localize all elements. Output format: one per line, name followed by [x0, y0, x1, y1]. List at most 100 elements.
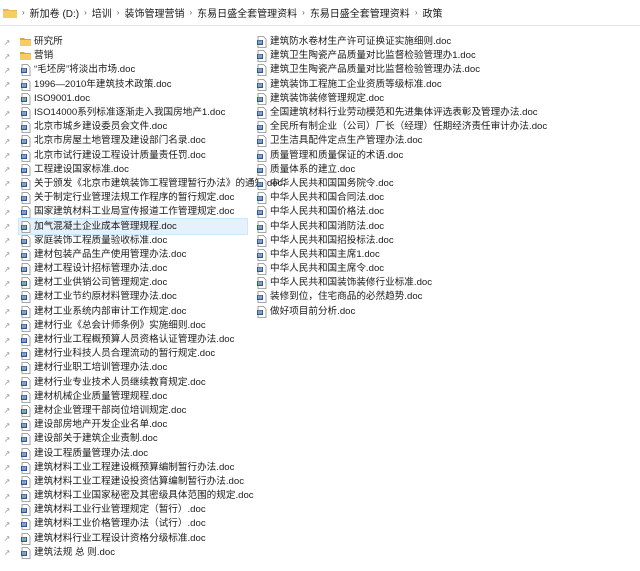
file-item[interactable]: W 建材行业专业技术人员继续教育规定.doc: [19, 376, 247, 390]
word-doc-icon: W: [20, 390, 31, 403]
file-item[interactable]: W 建材工业节约原材料管理办法.doc: [19, 290, 247, 304]
file-item[interactable]: W 中华人民共和国消防法.doc: [255, 219, 505, 233]
file-item[interactable]: W 建筑装饰工程施工企业资质等级标准.doc: [255, 78, 505, 92]
file-item[interactable]: W 质量管理和质量保证的术语.doc: [255, 149, 505, 163]
svg-text:W: W: [257, 267, 262, 273]
word-doc-icon: W: [20, 461, 31, 474]
file-item[interactable]: W 建设工程质量管理办法.doc: [19, 446, 247, 460]
file-item[interactable]: W 建设部关于建筑企业责制.doc: [19, 432, 247, 446]
svg-text:W: W: [257, 211, 262, 217]
file-item[interactable]: W 做好项目前分析.doc: [255, 305, 505, 319]
file-item[interactable]: W ISO14000系列标准逐渐走入我国房地产1.doc: [19, 106, 247, 120]
file-item[interactable]: W 1996—2010年建筑技术政策.doc: [19, 78, 247, 92]
file-item[interactable]: W 质量体系的建立.doc: [255, 163, 505, 177]
word-doc-icon: W: [20, 348, 31, 361]
pin-icon: ↗: [3, 307, 11, 317]
file-item[interactable]: W 建材行业工程概预算人员资格认证管理办法.doc: [19, 333, 247, 347]
file-item[interactable]: W 工程建设国家标准.doc: [19, 163, 247, 177]
file-item[interactable]: W 建材工程设计招标管理办法.doc: [19, 262, 247, 276]
chevron-right-icon[interactable]: ›: [187, 8, 194, 17]
file-item[interactable]: W 建材企业管理干部岗位培训规定.doc: [19, 404, 247, 418]
address-bar[interactable]: › 新加卷 (D:) › 培训 › 装饰管理营销 › 东易日盛全套管理资料 › 东易日盛全套管理…: [0, 0, 640, 26]
file-item[interactable]: W 建筑材料工业行业管理规定（暂行）.doc: [19, 503, 247, 517]
file-item[interactable]: W ISO9001.doc: [19, 92, 247, 106]
file-name: 建筑材料工业价格管理办法（试行）.doc: [34, 518, 206, 530]
word-doc-icon: W: [20, 334, 31, 346]
file-name: 北京市试行建设工程设计质量责任罚.doc: [34, 149, 206, 161]
svg-text:W: W: [21, 352, 26, 358]
folder-item[interactable]: 营销: [19, 49, 247, 63]
file-name: 北京市房屋土地管理及建设部门名录.doc: [34, 135, 206, 147]
svg-text:W: W: [21, 83, 26, 89]
file-item[interactable]: W 建筑法规 总 则.doc: [19, 546, 247, 560]
file-item[interactable]: W 建筑卫生陶瓷产品质量对比监督检验管理办1.doc: [255, 49, 505, 63]
file-item[interactable]: W 建材工业供销公司管理规定.doc: [19, 276, 247, 290]
file-item[interactable]: W 建设部房地产开发企业名单.doc: [19, 418, 247, 432]
file-item[interactable]: W “毛坯房”将淡出市场.doc: [19, 63, 247, 77]
chevron-right-icon[interactable]: ›: [115, 8, 122, 17]
file-item[interactable]: W 建筑材料工业工程建设概预算编制暂行办法.doc: [19, 461, 247, 475]
file-item[interactable]: W 建材包装产品生产使用管理办法.doc: [19, 248, 247, 262]
breadcrumb-item[interactable]: 东易日盛全套管理资料: [307, 5, 413, 20]
folder-item[interactable]: 研究所: [19, 35, 247, 49]
file-item[interactable]: W 家庭装饰工程质量验收标准.doc: [19, 234, 247, 248]
breadcrumb-item[interactable]: 东易日盛全套管理资料: [194, 5, 300, 20]
file-name: 国家建筑材料工业局宣传报道工作管理规定.doc: [34, 206, 235, 218]
file-name: 装修到位，住宅商品的必然趋势.doc: [270, 291, 423, 303]
file-item[interactable]: W 建筑材料工业价格管理办法（试行）.doc: [19, 517, 247, 531]
word-doc-icon: W: [20, 135, 31, 148]
word-doc-icon: W: [20, 490, 31, 502]
pin-icon: ↗: [3, 94, 11, 104]
file-item[interactable]: W 加气混凝土企业成本管理规程.doc: [18, 218, 248, 235]
breadcrumb-item[interactable]: 培训: [89, 5, 115, 20]
file-item[interactable]: W 建筑材料工业国家秘密及其密级具体范围的规定.doc: [19, 489, 254, 503]
breadcrumb-item[interactable]: 政策: [419, 5, 445, 20]
file-item[interactable]: W 全国建筑材料行业劳动模范和先进集体评选表彰及管理办法.doc: [255, 106, 538, 120]
file-item[interactable]: W 中华人民共和国国务院令.doc: [255, 177, 505, 191]
chevron-right-icon[interactable]: ›: [300, 8, 307, 17]
file-item[interactable]: W 中华人民共和国装饰装修行业标准.doc: [255, 276, 505, 290]
file-name: 建筑材料工业工程建设投资估算编制暂行办法.doc: [34, 475, 245, 487]
svg-text:W: W: [257, 239, 262, 245]
file-item[interactable]: W 关于制定行业管理法规工作程序的暂行规定.doc: [19, 191, 247, 205]
file-item[interactable]: W 关于颁发《北京市建筑装饰工程管理暂行办法》的通知.doc: [19, 177, 282, 191]
file-item[interactable]: W 建筑材料工业工程建设投资估算编制暂行办法.doc: [19, 475, 247, 489]
file-name: 关于制定行业管理法规工作程序的暂行规定.doc: [34, 192, 235, 204]
word-doc-icon: W: [256, 121, 267, 134]
svg-text:W: W: [257, 140, 262, 146]
svg-text:W: W: [21, 551, 26, 557]
breadcrumb-item[interactable]: 装饰管理营销: [121, 5, 187, 20]
file-item[interactable]: W 中华人民共和国主席令.doc: [255, 262, 505, 276]
file-item[interactable]: W 装修到位，住宅商品的必然趋势.doc: [255, 290, 505, 304]
file-item[interactable]: W 北京市试行建设工程设计质量责任罚.doc: [19, 149, 247, 163]
word-doc-icon: W: [20, 206, 31, 219]
file-item[interactable]: W 北京市城乡建设委员会文件.doc: [19, 120, 247, 134]
file-item[interactable]: W 全民所有制企业（公司）厂长（经理）任期经济责任审计办法.doc: [255, 120, 547, 134]
file-item[interactable]: W 建材机械企业质量管理规程.doc: [19, 390, 247, 404]
pin-icon: ↗: [3, 491, 11, 501]
file-item[interactable]: W 北京市房屋土地管理及建设部门名录.doc: [19, 134, 247, 148]
file-item[interactable]: W 中华人民共和国合同法.doc: [255, 191, 505, 205]
word-doc-icon: W: [20, 249, 31, 261]
file-item[interactable]: W 中华人民共和国主席1.doc: [255, 248, 505, 262]
file-name: 做好项目前分析.doc: [270, 305, 356, 317]
file-item[interactable]: W 建材工业系统内部审计工作规定.doc: [19, 305, 247, 319]
file-item[interactable]: W 国家建筑材料工业局宣传报道工作管理规定.doc: [19, 205, 247, 219]
file-name: 工程建设国家标准.doc: [34, 163, 129, 175]
file-item[interactable]: W 建材行业《总会计师条例》实施细则.doc: [19, 319, 247, 333]
word-doc-icon: W: [20, 504, 31, 517]
file-item[interactable]: W 建筑材料行业工程设计资格分级标准.doc: [19, 532, 247, 546]
chevron-right-icon[interactable]: ›: [82, 8, 89, 17]
svg-text:W: W: [21, 367, 26, 373]
file-item[interactable]: W 卫生洁具配件定点生产管理办法.doc: [255, 134, 505, 148]
file-item[interactable]: W 建材行业科技人员合理流动的暂行规定.doc: [19, 347, 247, 361]
file-item[interactable]: W 建筑卫生陶瓷产品质量对比监督检验管理办法.doc: [255, 63, 505, 77]
breadcrumb-item[interactable]: 新加卷 (D:): [27, 5, 82, 20]
chevron-right-icon[interactable]: ›: [413, 8, 420, 17]
file-item[interactable]: W 建材行业职工培训管理办法.doc: [19, 361, 247, 375]
word-doc-icon: W: [20, 277, 31, 290]
file-item[interactable]: W 建筑装饰装修管理规定.doc: [255, 92, 505, 106]
file-item[interactable]: W 建筑防水卷材生产许可证换证实施细则.doc: [255, 35, 505, 49]
file-item[interactable]: W 中华人民共和国招投标法.doc: [255, 234, 505, 248]
file-item[interactable]: W 中华人民共和国价格法.doc: [255, 205, 505, 219]
